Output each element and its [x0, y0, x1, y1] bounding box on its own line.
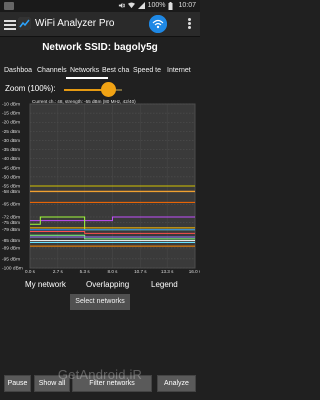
- y-tick-label: -55 dBm: [2, 184, 20, 190]
- battery-icon: [168, 2, 175, 10]
- tab-speed-test[interactable]: Speed te: [133, 67, 161, 74]
- chart-title: Current ch.: 48, strength: -55 dBm (80 M…: [32, 99, 136, 104]
- y-tick-label: -40 dBm: [2, 156, 20, 162]
- zoom-slider-thumb[interactable]: [101, 82, 116, 97]
- y-tick-label: -25 dBm: [2, 129, 20, 135]
- y-tick-label: -72 dBm: [2, 214, 20, 220]
- y-tick-label: -50 dBm: [2, 174, 20, 180]
- clock: 10:07: [178, 2, 196, 9]
- wifi-button[interactable]: [149, 15, 167, 33]
- x-tick-label: 5.3 s: [80, 269, 91, 274]
- tab-internet[interactable]: Internet: [167, 67, 191, 74]
- legend-my-network: My network: [25, 280, 66, 289]
- y-tick-label: -65 dBm: [2, 202, 20, 208]
- y-tick-label: -79 dBm: [2, 227, 20, 233]
- y-tick-label: -10 dBm: [2, 102, 20, 108]
- y-tick-label: -100 dBm: [2, 266, 23, 272]
- x-tick-label: 16.0 s: [189, 269, 200, 274]
- y-tick-label: -89 dBm: [2, 245, 20, 251]
- legend-label: Legend: [151, 280, 178, 289]
- watermark: GetAndroid.iR: [57, 367, 143, 382]
- y-tick-label: -45 dBm: [2, 165, 20, 171]
- y-tick-label: -58 dBm: [2, 189, 20, 195]
- more-options-icon[interactable]: [188, 18, 192, 30]
- y-tick-label: -75 dBm: [2, 220, 20, 226]
- y-tick-label: -85 dBm: [2, 238, 20, 244]
- app-bar: WiFi Analyzer Pro: [0, 12, 200, 37]
- select-networks-button[interactable]: Select networks: [70, 294, 130, 310]
- app-notification-icon: [4, 2, 14, 10]
- zoom-label: Zoom (100%):: [5, 84, 56, 93]
- y-tick-label: -15 dBm: [2, 111, 20, 117]
- ssid-title: Network SSID: bagoly5g: [42, 42, 158, 53]
- tab-channels[interactable]: Channels: [37, 67, 67, 74]
- tab-underline: [66, 77, 108, 79]
- mute-icon: [118, 2, 125, 9]
- signal-icon: [137, 2, 145, 9]
- signal-chart: Current ch.: 48, strength: -55 dBm (80 M…: [0, 96, 202, 276]
- legend-overlapping: Overlapping: [86, 280, 130, 289]
- x-tick-label: 13.3 s: [161, 269, 174, 274]
- tab-networks[interactable]: Networks: [70, 67, 99, 74]
- y-tick-label: -95 dBm: [2, 256, 20, 262]
- tab-bar: Dashboa Channels Networks Best cha Speed…: [0, 65, 200, 79]
- battery-percent: 100%: [147, 2, 166, 9]
- app-title: WiFi Analyzer Pro: [35, 18, 115, 29]
- x-tick-label: 2.7 s: [53, 269, 64, 274]
- x-tick-label: 10.7 s: [134, 269, 147, 274]
- x-tick-label: 8.0 s: [108, 269, 119, 274]
- menu-icon[interactable]: [4, 18, 16, 30]
- x-tick-label: 0.0 s: [25, 269, 36, 274]
- tab-dashboard[interactable]: Dashboa: [4, 67, 32, 74]
- y-tick-label: -30 dBm: [2, 138, 20, 144]
- app-logo: [18, 17, 31, 30]
- y-tick-label: -20 dBm: [2, 120, 20, 126]
- legend-row: My network Overlapping Legend: [0, 280, 200, 292]
- y-tick-label: -35 dBm: [2, 147, 20, 153]
- wifi-status-icon: [127, 2, 135, 9]
- tab-best-channel[interactable]: Best cha: [102, 67, 129, 74]
- status-bar: 100% 10:07: [0, 0, 200, 12]
